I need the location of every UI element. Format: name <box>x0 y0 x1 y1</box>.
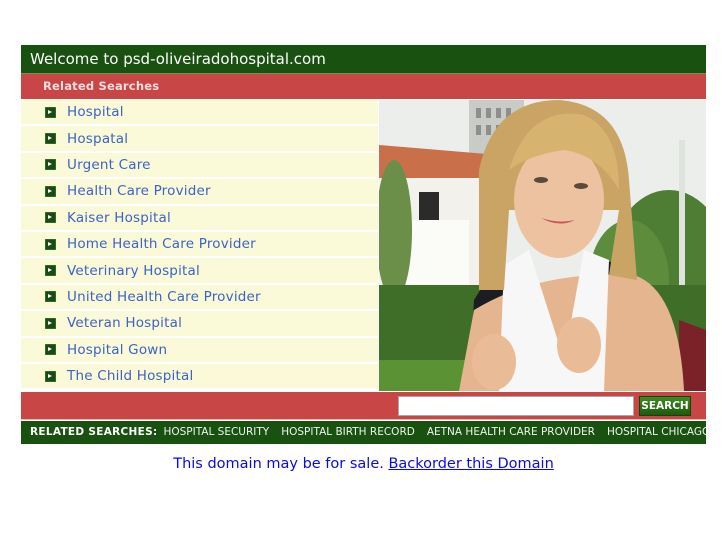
arrow-bullet-icon <box>45 265 56 277</box>
sale-text: This domain may be for sale. <box>173 456 384 472</box>
page-title: Welcome to psd-oliveiradohospital.com <box>21 45 706 74</box>
arrow-bullet-icon <box>45 159 56 171</box>
list-item[interactable]: Kaiser Hospital <box>21 205 378 232</box>
search-bar: SEARCH <box>21 392 706 420</box>
search-button[interactable]: SEARCH <box>639 396 691 416</box>
related-link[interactable]: Urgent Care <box>67 157 151 173</box>
arrow-bullet-icon <box>45 370 56 382</box>
list-item[interactable]: Home Health Care Provider <box>21 231 378 259</box>
arrow-bullet-icon <box>45 344 56 356</box>
related-search-link[interactable]: HOSPITAL CHICAGO <box>607 421 710 444</box>
related-link[interactable]: Veterinary Hospital <box>67 263 200 279</box>
arrow-bullet-icon <box>45 238 56 250</box>
arrow-bullet-icon <box>45 317 56 329</box>
related-searches-label: RELATED SEARCHES: <box>30 426 158 438</box>
related-searches-bar: RELATED SEARCHES: HOSPITAL SECURITY HOSP… <box>21 421 710 444</box>
arrow-bullet-icon <box>45 185 56 197</box>
related-links-list: Hospital Hospatal Urgent Care Health Car… <box>21 100 378 391</box>
backorder-link[interactable]: Backorder this Domain <box>388 456 553 472</box>
list-item[interactable]: Hospatal <box>21 126 378 153</box>
arrow-bullet-icon <box>45 212 56 224</box>
parked-domain-container: Welcome to psd-oliveiradohospital.com Re… <box>21 45 710 444</box>
related-search-link[interactable]: HOSPITAL SECURITY <box>163 421 269 444</box>
related-link[interactable]: Hospital <box>67 104 124 120</box>
related-search-link[interactable]: HOSPITAL BIRTH RECORD <box>281 421 415 444</box>
domain-sale-notice: This domain may be for sale. Backorder t… <box>0 456 727 472</box>
related-link[interactable]: The Child Hospital <box>67 368 193 384</box>
arrow-bullet-icon <box>45 133 56 145</box>
related-link[interactable]: Hospital Gown <box>67 342 167 358</box>
arrow-bullet-icon <box>45 291 56 303</box>
related-link[interactable]: Kaiser Hospital <box>67 210 171 226</box>
related-link[interactable]: Health Care Provider <box>67 183 211 199</box>
list-item[interactable]: Urgent Care <box>21 152 378 180</box>
list-item[interactable]: United Health Care Provider <box>21 284 378 312</box>
list-item[interactable]: The Child Hospital <box>21 363 378 391</box>
woman-with-backpack-illustration <box>379 100 706 391</box>
hero-photo <box>379 100 706 391</box>
content-area: Hospital Hospatal Urgent Care Health Car… <box>21 100 706 392</box>
related-link[interactable]: Hospatal <box>67 131 128 147</box>
list-item[interactable]: Hospital <box>21 100 378 127</box>
related-link[interactable]: United Health Care Provider <box>67 289 261 305</box>
search-input[interactable] <box>398 396 634 416</box>
arrow-bullet-icon <box>45 106 56 118</box>
list-item[interactable]: Veterinary Hospital <box>21 258 378 285</box>
list-item[interactable]: Veteran Hospital <box>21 311 378 338</box>
related-searches-heading: Related Searches <box>21 74 706 99</box>
list-item[interactable]: Hospital Gown <box>21 337 378 364</box>
related-link[interactable]: Veteran Hospital <box>67 315 182 331</box>
related-search-link[interactable]: AETNA HEALTH CARE PROVIDER <box>427 421 595 444</box>
related-link[interactable]: Home Health Care Provider <box>67 236 256 252</box>
list-item[interactable]: Health Care Provider <box>21 179 378 206</box>
